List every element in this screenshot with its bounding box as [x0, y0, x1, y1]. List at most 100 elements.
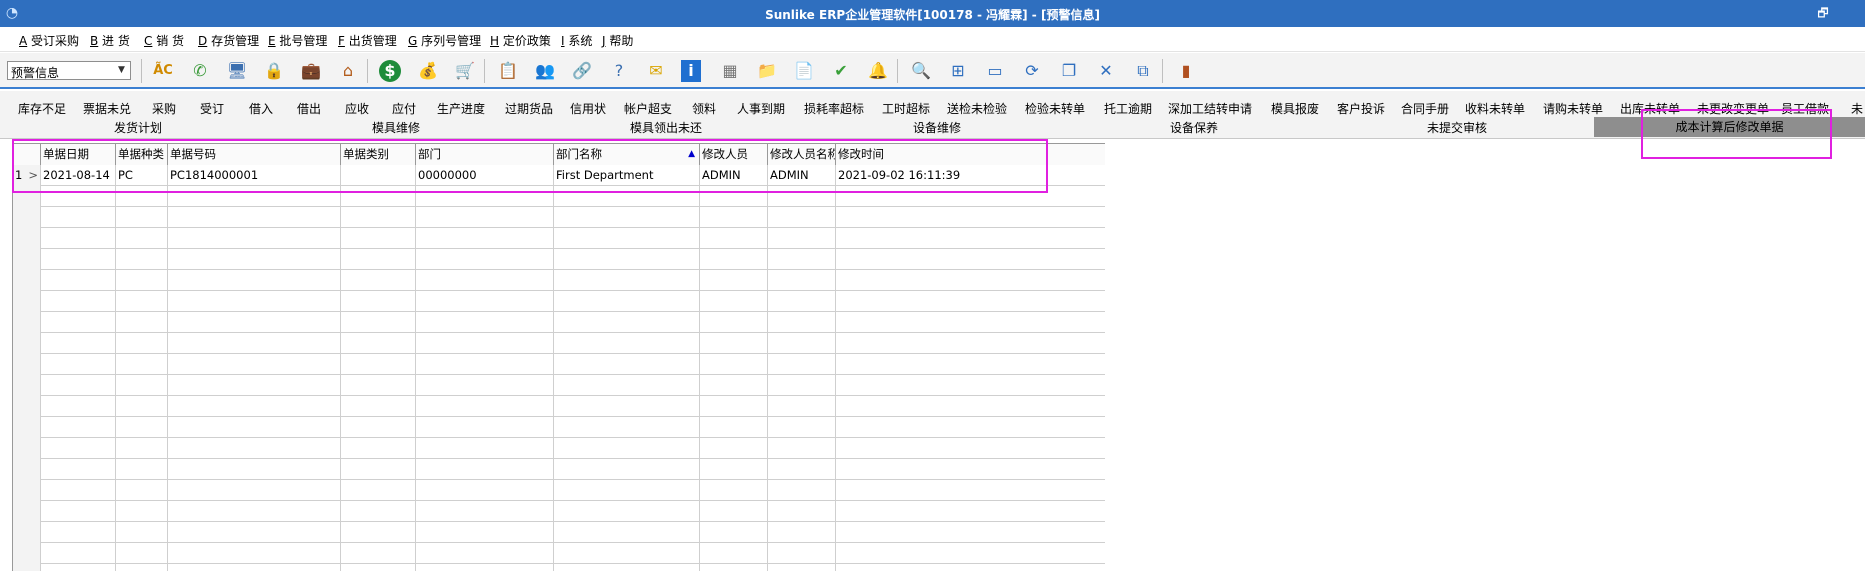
- money-bag-icon[interactable]: 💰: [416, 60, 440, 82]
- table-cell[interactable]: [836, 228, 1105, 249]
- table-cell[interactable]: [416, 375, 554, 396]
- table-cell[interactable]: [836, 543, 1105, 564]
- table-cell[interactable]: [768, 270, 836, 291]
- phone-icon[interactable]: ✆: [188, 60, 212, 82]
- table-cell[interactable]: [416, 312, 554, 333]
- empty-table-row[interactable]: [13, 417, 1105, 438]
- tab-row2-item[interactable]: 发货计划: [114, 120, 162, 136]
- table-cell[interactable]: [700, 501, 768, 522]
- table-cell[interactable]: [700, 522, 768, 543]
- table-cell[interactable]: [768, 333, 836, 354]
- table-cell[interactable]: [416, 438, 554, 459]
- table-cell[interactable]: [41, 270, 116, 291]
- table-cell[interactable]: [554, 270, 700, 291]
- table-cell[interactable]: [768, 354, 836, 375]
- tab-row1-item[interactable]: 检验未转单: [1025, 101, 1085, 117]
- table-cell[interactable]: [416, 501, 554, 522]
- table-cell[interactable]: [554, 375, 700, 396]
- empty-table-row[interactable]: [13, 270, 1105, 291]
- table-cell[interactable]: [554, 480, 700, 501]
- table-cell[interactable]: [41, 333, 116, 354]
- home-icon[interactable]: ⌂: [336, 60, 360, 82]
- tab-row2-item[interactable]: 模具维修: [372, 120, 420, 136]
- tab-row1-item[interactable]: 托工逾期: [1104, 101, 1152, 117]
- table-cell[interactable]: [168, 375, 341, 396]
- table-cell[interactable]: [341, 564, 416, 571]
- empty-table-row[interactable]: [13, 543, 1105, 564]
- empty-table-row[interactable]: [13, 396, 1105, 417]
- table-cell[interactable]: [554, 228, 700, 249]
- table-cell[interactable]: [341, 333, 416, 354]
- table-cell[interactable]: [416, 480, 554, 501]
- table-cell[interactable]: [341, 543, 416, 564]
- table-cell[interactable]: [768, 207, 836, 228]
- empty-table-row[interactable]: [13, 438, 1105, 459]
- tab-row2-item[interactable]: 设备维修: [913, 120, 961, 136]
- table-cell[interactable]: [416, 396, 554, 417]
- empty-table-row[interactable]: [13, 480, 1105, 501]
- table-cell[interactable]: [416, 459, 554, 480]
- table-cell[interactable]: [416, 543, 554, 564]
- tab-row1-item[interactable]: 工时超标: [882, 101, 930, 117]
- table-cell[interactable]: [168, 312, 341, 333]
- help-doc-icon[interactable]: ?: [607, 60, 631, 82]
- empty-table-row[interactable]: [13, 228, 1105, 249]
- table-cell[interactable]: [41, 459, 116, 480]
- tab-row1-item[interactable]: 人事到期: [737, 101, 785, 117]
- clipboard-icon[interactable]: 📋: [496, 60, 520, 82]
- folder-icon[interactable]: 📁: [755, 60, 779, 82]
- table-cell[interactable]: [554, 564, 700, 571]
- restore-window-button[interactable]: 🗗: [1812, 3, 1834, 23]
- tab-row2-item[interactable]: 未提交审核: [1427, 120, 1487, 136]
- table-cell[interactable]: [700, 354, 768, 375]
- table-cell[interactable]: [554, 249, 700, 270]
- menu-item-i[interactable]: I 系统: [561, 32, 592, 49]
- tab-row2-item[interactable]: 模具领出未还: [630, 120, 702, 136]
- table-cell[interactable]: [116, 228, 168, 249]
- cart-icon[interactable]: 🛒: [453, 60, 477, 82]
- table-cell[interactable]: [836, 249, 1105, 270]
- table-cell[interactable]: [168, 501, 341, 522]
- table-cell[interactable]: [554, 459, 700, 480]
- table-cell[interactable]: [116, 312, 168, 333]
- table-cell[interactable]: [554, 396, 700, 417]
- table-cell[interactable]: [341, 291, 416, 312]
- briefcase-icon[interactable]: 💼: [299, 60, 323, 82]
- table-cell[interactable]: [341, 228, 416, 249]
- table-cell[interactable]: [116, 480, 168, 501]
- menu-item-g[interactable]: G 序列号管理: [408, 32, 481, 49]
- table-cell[interactable]: [41, 228, 116, 249]
- table-cell[interactable]: [416, 207, 554, 228]
- table-cell[interactable]: [168, 522, 341, 543]
- tab-row1-item[interactable]: 生产进度: [437, 101, 485, 117]
- table-cell[interactable]: [700, 333, 768, 354]
- table-cell[interactable]: [168, 333, 341, 354]
- table-cell[interactable]: [116, 396, 168, 417]
- table-cell[interactable]: [768, 543, 836, 564]
- link-icon[interactable]: 🔗: [570, 60, 594, 82]
- table-cell[interactable]: [168, 543, 341, 564]
- table-cell[interactable]: [700, 417, 768, 438]
- tab-row1-item[interactable]: 借出: [297, 101, 321, 117]
- table-cell[interactable]: [836, 417, 1105, 438]
- search-icon[interactable]: 🔍: [909, 60, 933, 82]
- table-cell[interactable]: [554, 501, 700, 522]
- table-cell[interactable]: [836, 564, 1105, 571]
- table-cell[interactable]: [768, 375, 836, 396]
- table-cell[interactable]: [341, 417, 416, 438]
- table-cell[interactable]: [341, 375, 416, 396]
- table-cell[interactable]: [768, 417, 836, 438]
- table-cell[interactable]: [116, 270, 168, 291]
- table-cell[interactable]: [416, 249, 554, 270]
- table-cell[interactable]: [416, 291, 554, 312]
- table-cell[interactable]: [168, 396, 341, 417]
- tab-row1-item[interactable]: 收料未转单: [1465, 101, 1525, 117]
- table-cell[interactable]: [554, 438, 700, 459]
- users-icon[interactable]: 👥: [533, 60, 557, 82]
- empty-table-row[interactable]: [13, 375, 1105, 396]
- tab-row1-item[interactable]: 请购未转单: [1543, 101, 1603, 117]
- table-cell[interactable]: [41, 543, 116, 564]
- table-cell[interactable]: [700, 270, 768, 291]
- tab-row2-item[interactable]: 设备保养: [1170, 120, 1218, 136]
- menu-item-a[interactable]: A 受订采购: [19, 32, 79, 49]
